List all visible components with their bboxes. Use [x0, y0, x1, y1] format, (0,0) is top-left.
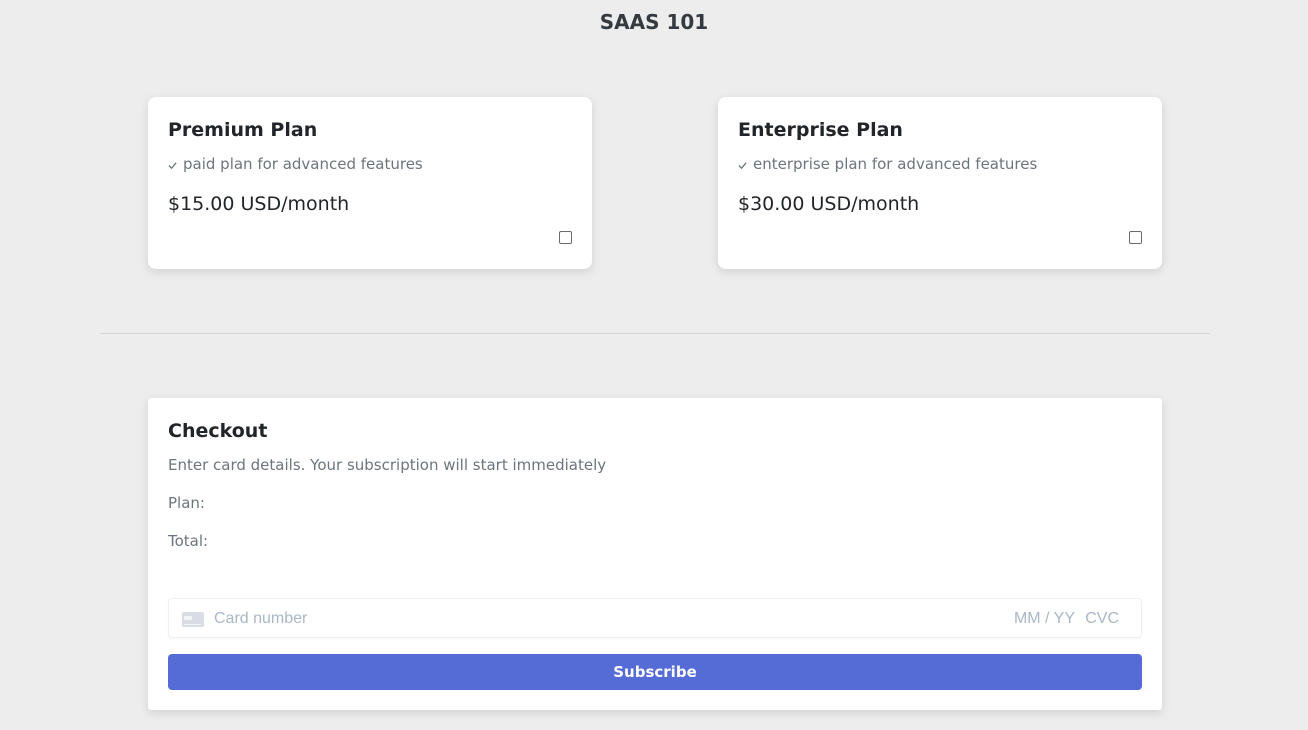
plan-title: Premium Plan	[168, 119, 318, 141]
plan-price: $15.00 USD/month	[168, 193, 350, 215]
plan-select-checkbox[interactable]	[1129, 231, 1142, 244]
checkout-plan-label: Plan:	[168, 494, 205, 512]
plan-select-checkbox[interactable]	[559, 231, 572, 244]
plan-card-premium[interactable]: Premium Plan paid plan for advanced feat…	[148, 97, 592, 269]
subscribe-button[interactable]: Subscribe	[168, 654, 1142, 690]
plan-price: $30.00 USD/month	[738, 193, 920, 215]
plan-feature: paid plan for advanced features	[168, 155, 572, 173]
app-title: SAAS 101	[599, 10, 709, 34]
page: SAAS 101 Premium Plan paid plan for adva…	[0, 0, 1308, 730]
checkout-title: Checkout	[168, 420, 268, 442]
checkout-description: Enter card details. Your subscription wi…	[168, 456, 607, 474]
plan-description: enterprise plan for advanced features	[753, 155, 1038, 173]
plan-feature: enterprise plan for advanced features	[738, 155, 1142, 173]
check-icon	[738, 161, 747, 169]
plan-title: Enterprise Plan	[738, 119, 903, 141]
card-expiry-placeholder[interactable]: MM / YY	[1014, 610, 1075, 628]
checkout-total-label: Total:	[168, 532, 209, 550]
divider	[100, 333, 1210, 334]
plan-card-enterprise[interactable]: Enterprise Plan enterprise plan for adva…	[718, 97, 1162, 269]
card-cvc-placeholder[interactable]: CVC	[1085, 610, 1119, 628]
card-number-input[interactable]	[214, 610, 814, 628]
plan-description: paid plan for advanced features	[183, 155, 423, 173]
credit-card-icon	[182, 612, 204, 627]
check-icon	[168, 161, 177, 169]
card-input-field[interactable]: MM / YY CVC	[168, 598, 1142, 638]
checkout-card: Checkout Enter card details. Your subscr…	[148, 398, 1162, 710]
